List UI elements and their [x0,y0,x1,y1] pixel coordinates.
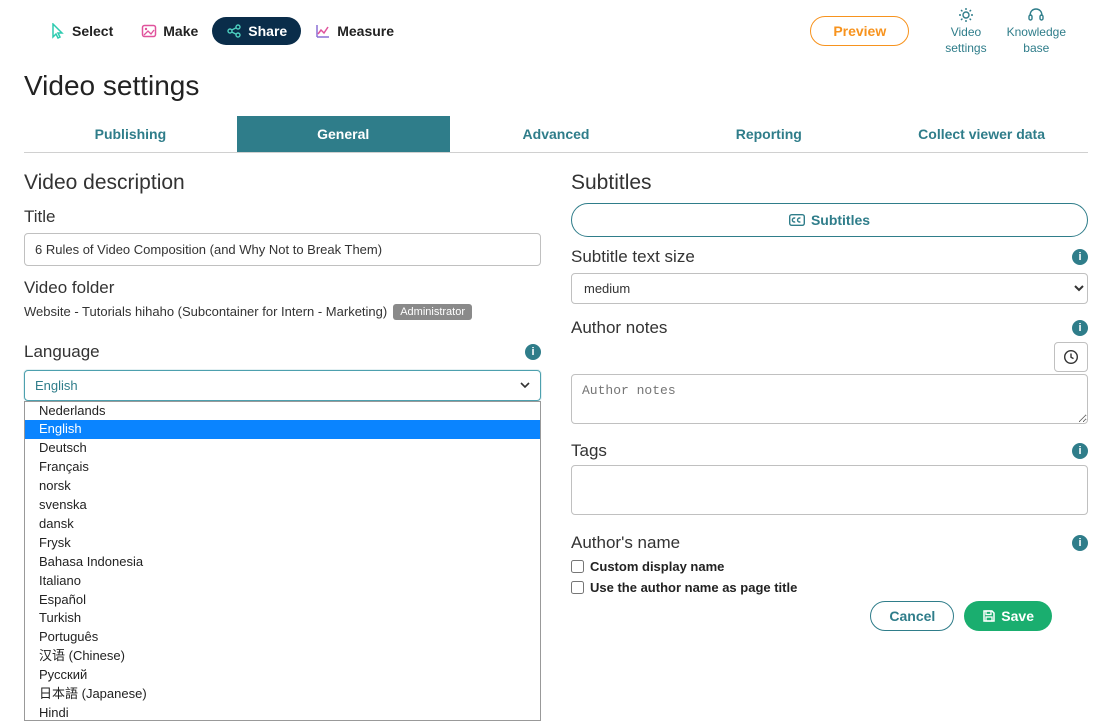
language-option[interactable]: Turkish [25,609,540,628]
folder-role-badge: Administrator [393,304,472,320]
nav-make[interactable]: Make [127,17,212,45]
authors-name-info-icon[interactable]: i [1072,535,1088,551]
tags-info-icon[interactable]: i [1072,443,1088,459]
language-option[interactable]: 汉语 (Chinese) [25,647,540,666]
language-option[interactable]: Deutsch [25,439,540,458]
image-icon [141,23,157,39]
language-option[interactable]: Hindi [25,704,540,721]
language-option[interactable]: Français [25,458,540,477]
subtitles-button-label: Subtitles [811,212,870,228]
tab-advanced[interactable]: Advanced [450,116,663,152]
language-option[interactable]: Español [25,591,540,610]
author-notes-info-icon[interactable]: i [1072,320,1088,336]
cursor-icon [50,23,66,39]
nav-share-label: Share [248,23,287,39]
subtitles-button[interactable]: Subtitles [571,203,1088,237]
folder-value-row: Website - Tutorials hihaho (Subcontainer… [24,304,541,320]
chart-icon [315,23,331,39]
language-select[interactable]: English [24,370,541,401]
language-select-wrapper: English NederlandsEnglishDeutschFrançais… [24,370,541,401]
cc-icon [789,214,805,226]
language-option[interactable]: 日本語 (Japanese) [25,685,540,704]
custom-display-name-label: Custom display name [590,559,724,574]
knowledge-base-link[interactable]: Knowledge base [997,6,1076,56]
language-dropdown[interactable]: NederlandsEnglishDeutschFrançaisnorsksve… [24,401,541,721]
kb-label-2: base [1023,42,1049,56]
nav-measure[interactable]: Measure [301,17,408,45]
use-author-pagetitle-label: Use the author name as page title [590,580,797,595]
nav-share[interactable]: Share [212,17,301,45]
language-option[interactable]: svenska [25,496,540,515]
language-option[interactable]: norsk [25,477,540,496]
nav-select[interactable]: Select [36,17,127,45]
preview-button[interactable]: Preview [810,16,909,46]
custom-display-name-checkbox[interactable] [571,560,584,573]
nav-select-label: Select [72,23,113,39]
nav-measure-label: Measure [337,23,394,39]
video-settings-label-1: Video [951,26,981,40]
author-notes-label: Author notes [571,318,667,338]
chevron-down-icon [520,382,530,388]
language-option[interactable]: Nederlands [25,402,540,421]
settings-tabs: Publishing General Advanced Reporting Co… [24,116,1088,153]
tab-reporting[interactable]: Reporting [662,116,875,152]
folder-path: Website - Tutorials hihaho (Subcontainer… [24,304,387,319]
use-author-pagetitle-checkbox[interactable] [571,581,584,594]
video-settings-label-2: settings [945,42,986,56]
folder-label: Video folder [24,278,541,298]
subtitle-size-select[interactable]: medium [571,273,1088,304]
video-description-heading: Video description [24,171,541,195]
language-selected-value: English [35,378,78,393]
save-button-label: Save [1001,608,1034,624]
language-option[interactable]: Frysk [25,534,540,553]
save-button[interactable]: Save [964,601,1052,631]
language-option[interactable]: Bahasa Indonesia [25,553,540,572]
tab-publishing[interactable]: Publishing [24,116,237,152]
language-option[interactable]: dansk [25,515,540,534]
clock-icon [1063,349,1079,365]
subtitle-size-info-icon[interactable]: i [1072,249,1088,265]
save-icon [982,609,996,623]
subtitle-size-label: Subtitle text size [571,247,695,267]
author-notes-textarea[interactable] [571,374,1088,424]
tags-input[interactable] [571,465,1088,515]
page-title: Video settings [0,56,1112,116]
tags-label: Tags [571,441,607,461]
cancel-button[interactable]: Cancel [870,601,954,631]
language-info-icon[interactable]: i [525,344,541,360]
language-option[interactable]: Русский [25,666,540,685]
authors-name-label: Author's name [571,533,680,553]
custom-display-name-row[interactable]: Custom display name [571,559,1088,574]
language-label: Language [24,342,100,362]
headset-icon [1027,6,1045,24]
subtitles-heading: Subtitles [571,171,1088,195]
nav-make-label: Make [163,23,198,39]
tab-general[interactable]: General [237,116,450,152]
language-option[interactable]: Português [25,628,540,647]
language-option[interactable]: Italiano [25,572,540,591]
use-author-pagetitle-row[interactable]: Use the author name as page title [571,580,1088,595]
title-input[interactable] [24,233,541,266]
title-label: Title [24,207,541,227]
video-settings-link[interactable]: Video settings [935,6,996,56]
language-option[interactable]: English [25,420,540,439]
kb-label-1: Knowledge [1007,26,1066,40]
timestamp-button[interactable] [1054,342,1088,372]
share-icon [226,23,242,39]
gear-icon [957,6,975,24]
tab-collect-viewer-data[interactable]: Collect viewer data [875,116,1088,152]
